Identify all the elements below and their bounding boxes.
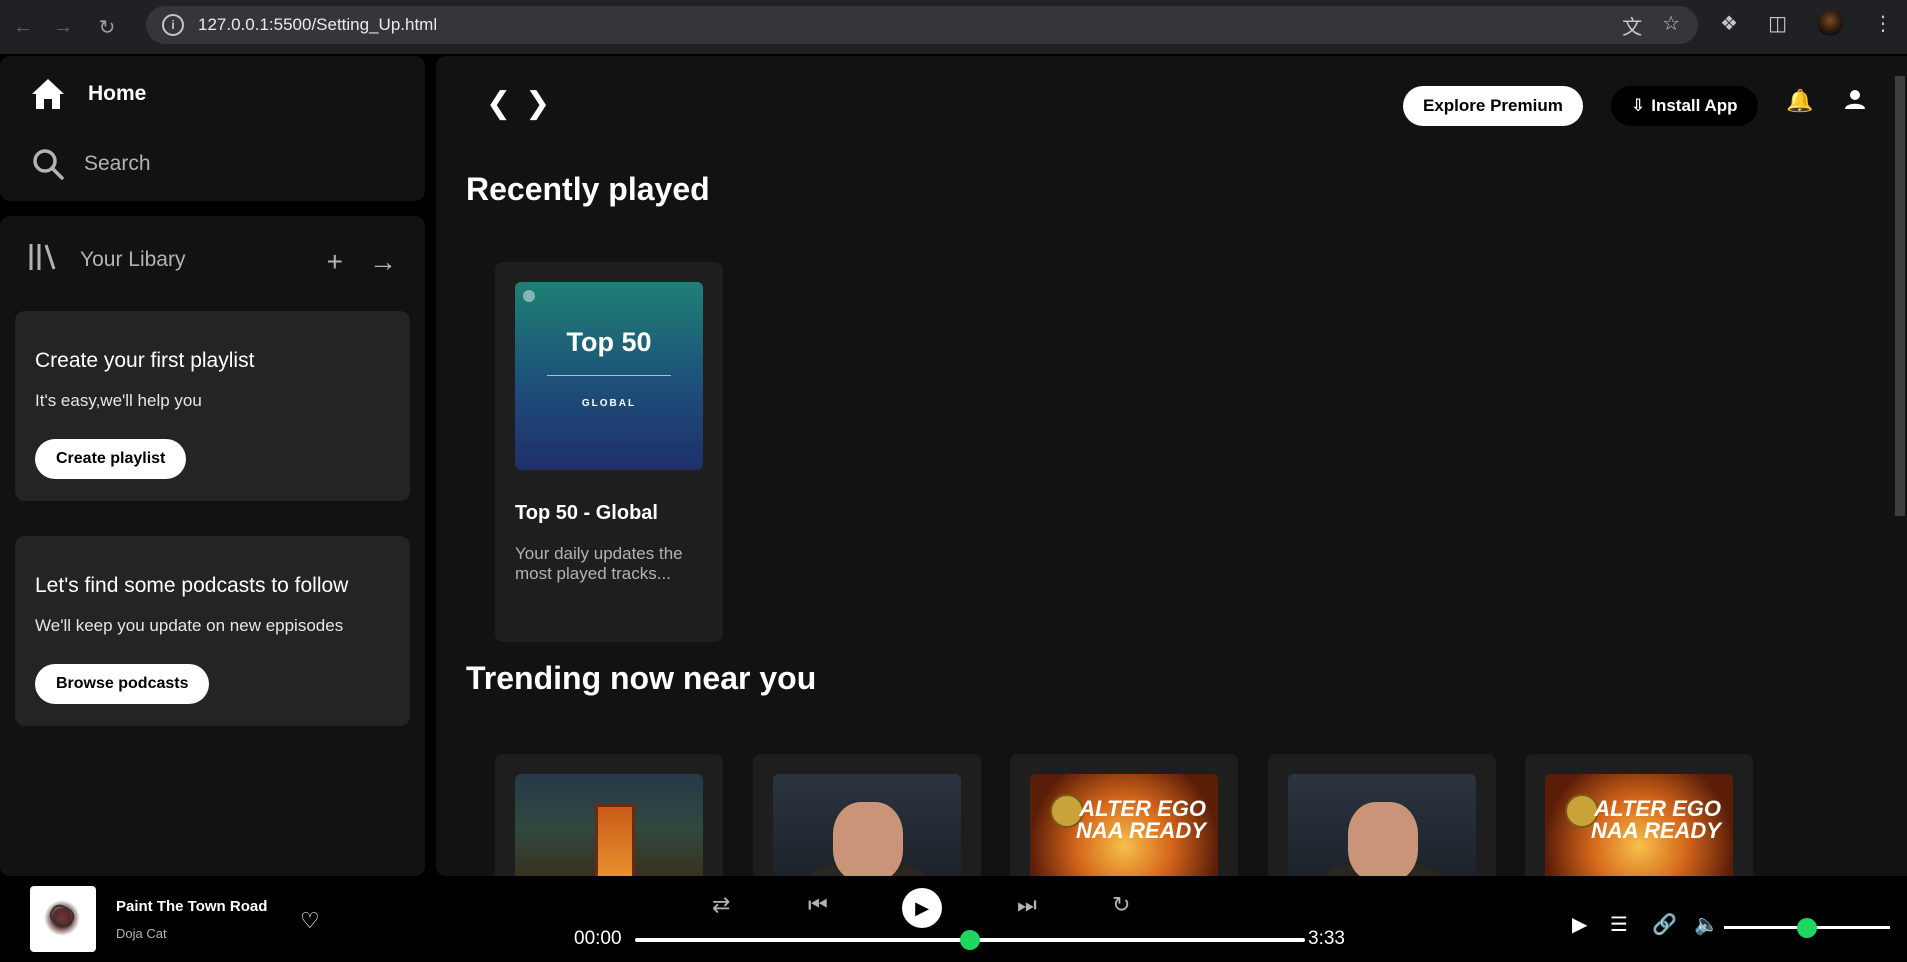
total-time: 3:33 — [1308, 928, 1345, 949]
trending-tile[interactable] — [495, 754, 723, 876]
nav-search-label: Search — [84, 152, 151, 175]
trending-tile[interactable] — [1268, 754, 1496, 876]
spotify-logo-icon — [523, 290, 535, 302]
main-scrollbar[interactable] — [1893, 56, 1907, 876]
chevron-right-icon[interactable]: ❯ — [525, 86, 550, 121]
trending-tile[interactable] — [753, 754, 981, 876]
side-panel-icon[interactable]: ◫ — [1768, 11, 1787, 36]
nav-search[interactable]: Search — [28, 144, 151, 184]
nav-home-label: Home — [88, 82, 147, 105]
forward-icon[interactable]: → — [46, 10, 80, 44]
library-icon — [28, 242, 58, 278]
create-playlist-button[interactable]: Create playlist — [35, 439, 187, 479]
heart-icon[interactable]: ♡ — [300, 908, 320, 934]
reload-icon[interactable]: ↻ — [90, 10, 124, 44]
browse-podcasts-button[interactable]: Browse podcasts — [35, 664, 210, 704]
sidebar-nav: Home Search — [0, 56, 425, 201]
explore-premium-button[interactable]: Explore Premium — [1403, 86, 1583, 126]
main-content: ❮ ❯ Explore Premium ⇩ Install App 🔔 Rece… — [436, 56, 1903, 876]
card-subtitle: It's easy,we'll help you — [35, 391, 202, 410]
site-info-icon[interactable]: i — [162, 14, 184, 36]
chevron-left-icon[interactable]: ❮ — [486, 86, 511, 121]
playlist-name: Top 50 - Global — [515, 502, 658, 524]
queue-icon[interactable]: ☰ — [1610, 912, 1628, 937]
back-icon[interactable]: ← — [6, 10, 40, 44]
extensions-icon[interactable]: ❖ — [1720, 11, 1738, 36]
album-cover — [1288, 774, 1476, 876]
volume-handle[interactable] — [1797, 918, 1817, 938]
bell-icon[interactable]: 🔔 — [1786, 88, 1813, 114]
address-bar[interactable]: i 127.0.0.1:5500/Setting_Up.html 文 ☆ — [146, 6, 1698, 44]
create-playlist-card: Create your first playlist It's easy,we'… — [15, 311, 410, 501]
card-title: Let's find some podcasts to follow — [35, 574, 349, 597]
album-cover: ALTER EGO NAA READY — [1030, 774, 1218, 876]
current-time: 00:00 — [574, 928, 622, 949]
progress-handle[interactable] — [960, 930, 980, 950]
song-title[interactable]: Paint The Town Road — [116, 898, 267, 915]
cover-text: ALTER EGO NAA READY — [1076, 796, 1206, 843]
player-bar: Paint The Town Road Doja Cat ♡ ⇄ ⏮ ▶ ⏭ ↻… — [0, 876, 1907, 962]
playlist-description: Your daily updates the most played track… — [515, 544, 683, 583]
translate-icon[interactable]: 文 — [1622, 11, 1642, 40]
profile-avatar[interactable] — [1817, 10, 1843, 36]
repeat-icon[interactable]: ↻ — [1112, 892, 1130, 918]
install-app-label: Install App — [1651, 96, 1738, 115]
user-icon[interactable] — [1844, 88, 1866, 116]
cover-text: ALTER EGO NAA READY — [1591, 796, 1721, 843]
url-text[interactable]: 127.0.0.1:5500/Setting_Up.html — [198, 15, 437, 35]
plus-icon[interactable]: + — [327, 246, 343, 278]
volume-icon[interactable]: 🔈 — [1694, 912, 1719, 937]
arrow-right-icon[interactable]: → — [369, 246, 397, 278]
cover-subtitle: GLOBAL — [581, 398, 637, 409]
trending-tile[interactable]: ALTER EGO NAA READY — [1525, 754, 1753, 876]
now-playing-view-icon[interactable]: ▶ — [1572, 912, 1587, 937]
browser-menu-icon[interactable]: ⋮ — [1873, 11, 1893, 36]
library-label: Your Libary — [80, 248, 186, 271]
recently-played-heading: Recently played — [466, 171, 710, 207]
scrollbar-thumb[interactable] — [1895, 76, 1905, 516]
search-icon — [28, 144, 68, 184]
library-panel: Your Libary + → Create your first playli… — [0, 216, 425, 876]
home-icon — [28, 74, 68, 114]
album-cover: ALTER EGO NAA READY — [1545, 774, 1733, 876]
playlist-tile[interactable]: Top 50 GLOBAL Top 50 - Global Your daily… — [495, 262, 723, 642]
album-cover — [773, 774, 961, 876]
artist-name[interactable]: Doja Cat — [116, 926, 167, 941]
bookmark-star-icon[interactable]: ☆ — [1662, 11, 1680, 40]
card-title: Create your first playlist — [35, 349, 255, 372]
browser-toolbar: ← → ↻ i 127.0.0.1:5500/Setting_Up.html 文… — [0, 0, 1907, 54]
nav-home[interactable]: Home — [28, 74, 146, 114]
now-playing-cover[interactable] — [30, 886, 96, 952]
connect-device-icon[interactable]: 🔗 — [1652, 912, 1677, 937]
download-icon: ⇩ — [1631, 96, 1646, 115]
play-button[interactable]: ▶ — [902, 888, 942, 928]
cover-divider — [547, 375, 671, 376]
playlist-cover: Top 50 GLOBAL — [515, 282, 703, 470]
next-icon[interactable]: ⏭ — [1017, 892, 1037, 918]
trending-tile[interactable]: ALTER EGO NAA READY — [1010, 754, 1238, 876]
library-header[interactable]: Your Libary — [28, 242, 185, 278]
podcasts-card: Let's find some podcasts to follow We'll… — [15, 536, 410, 726]
album-cover — [515, 774, 703, 876]
card-subtitle: We'll keep you update on new eppisodes — [35, 616, 344, 635]
previous-icon[interactable]: ⏮ — [808, 892, 828, 918]
shuffle-icon[interactable]: ⇄ — [712, 892, 730, 918]
trending-heading: Trending now near you — [466, 660, 817, 696]
cover-title: Top 50 — [566, 327, 652, 357]
install-app-button[interactable]: ⇩ Install App — [1611, 86, 1758, 126]
